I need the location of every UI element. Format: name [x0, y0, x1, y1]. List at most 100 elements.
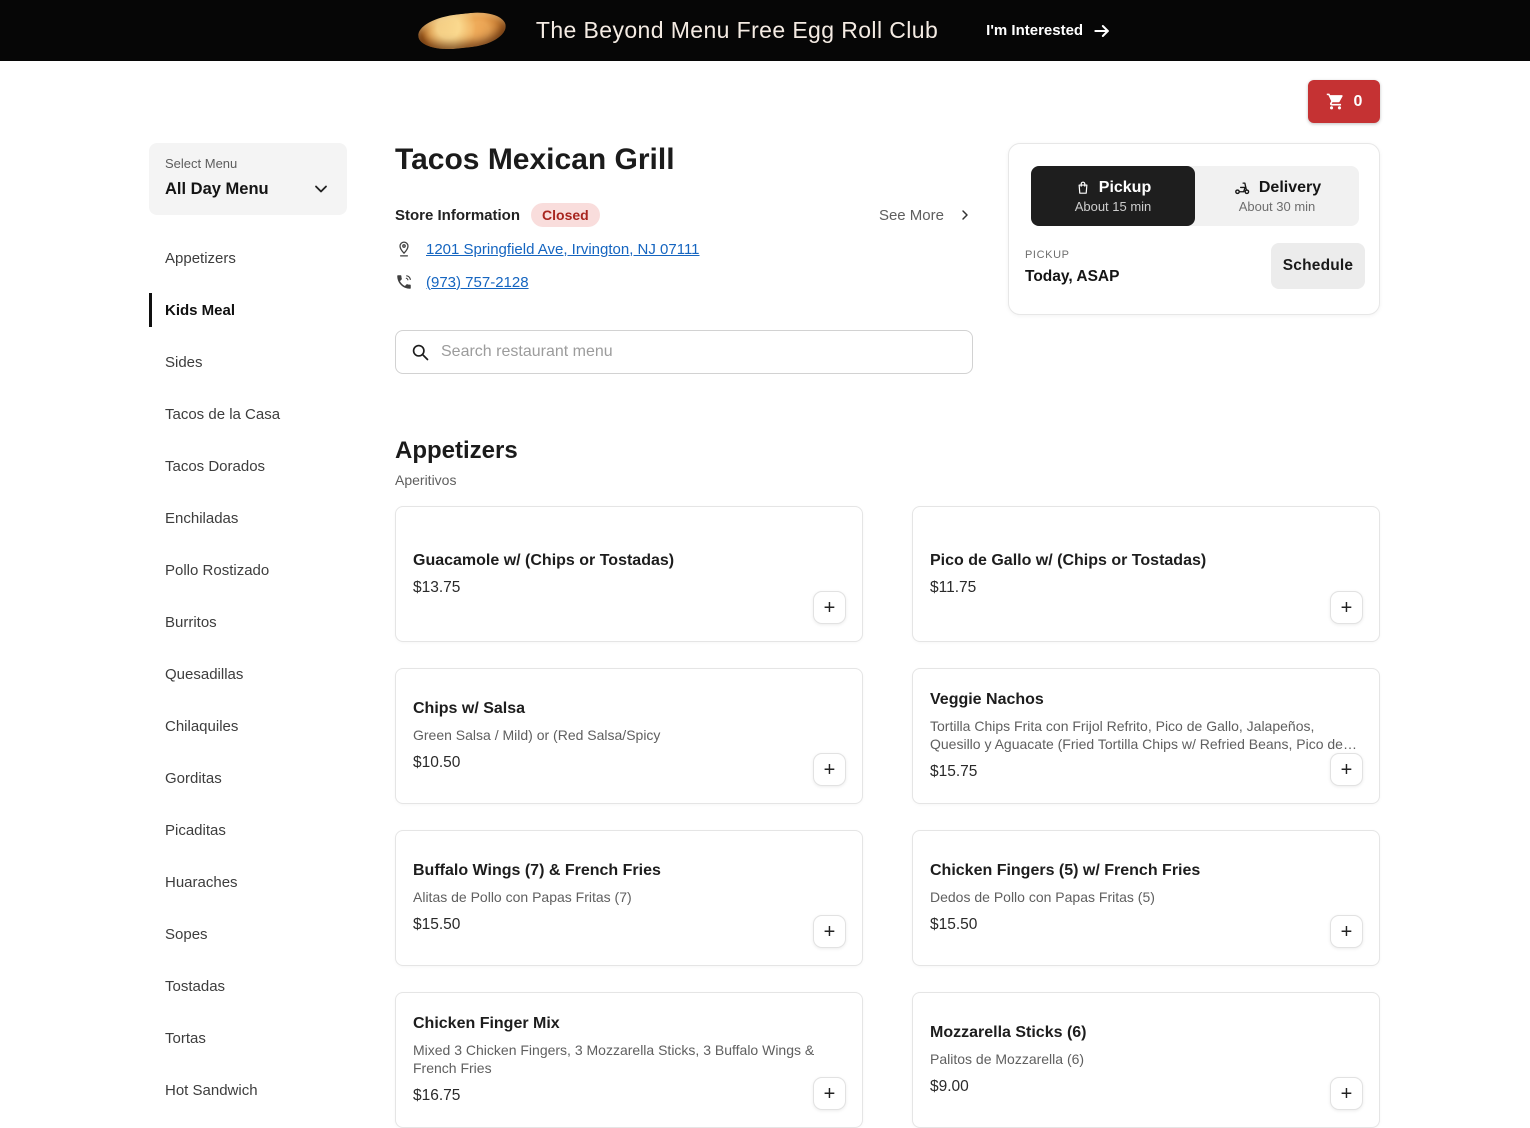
selected-menu-value: All Day Menu: [165, 179, 269, 198]
pin-icon: [395, 240, 413, 258]
sidebar-item-gorditas[interactable]: Gorditas: [149, 752, 347, 804]
mode-caption: PICKUP: [1025, 249, 1070, 261]
store-info-row: Store Information Closed See More: [395, 203, 973, 227]
bag-icon: [1075, 180, 1091, 196]
cart-count: 0: [1353, 92, 1363, 110]
item-description: Palitos de Mozzarella (6): [930, 1051, 1085, 1068]
sidebar-item-sopes[interactable]: Sopes: [149, 908, 347, 960]
sidebar-item-tortas[interactable]: Tortas: [149, 1012, 347, 1064]
delivery-label: Delivery: [1258, 178, 1322, 196]
item-description: Tortilla Chips Frita con Frijol Refrito,…: [930, 718, 1357, 752]
item-price: $13.75: [413, 578, 461, 596]
promo-banner: The Beyond Menu Free Egg Roll Club I'm I…: [0, 0, 1530, 61]
main-header: Tacos Mexican Grill Store Information Cl…: [395, 143, 973, 378]
item-name: Buffalo Wings (7) & French Fries: [413, 862, 661, 880]
promo-cta-button[interactable]: I'm Interested: [986, 21, 1112, 41]
item-name: Mozzarella Sticks (6): [930, 1024, 1087, 1042]
pickup-label: Pickup: [1098, 178, 1152, 196]
add-item-button[interactable]: +: [1330, 1077, 1363, 1110]
section-subtitle: Aperitivos: [395, 472, 457, 488]
menu-item-card[interactable]: Mozzarella Sticks (6) Palitos de Mozzarel…: [912, 992, 1380, 1128]
menu-select-dropdown[interactable]: Select Menu All Day Menu: [149, 143, 347, 215]
menu-item-card[interactable]: Buffalo Wings (7) & French Fries Alitas d…: [395, 830, 863, 966]
status-badge: Closed: [531, 203, 600, 227]
sidebar-item-tacos-dorados[interactable]: Tacos Dorados: [149, 440, 347, 492]
sidebar-item-quesadillas[interactable]: Quesadillas: [149, 648, 347, 700]
fulfillment-toggle: Pickup About 15 min Delivery About 30 mi…: [1031, 166, 1359, 226]
sidebar-item-hot-sandwich[interactable]: Hot Sandwich: [149, 1064, 347, 1116]
delivery-tab[interactable]: Delivery About 30 min: [1195, 166, 1359, 226]
sidebar-item-burritos[interactable]: Burritos: [149, 596, 347, 648]
see-more-label: See More: [878, 206, 944, 224]
cart-icon: [1326, 92, 1345, 111]
sidebar: Select Menu All Day Menu Appetizers Kids …: [149, 143, 347, 1116]
menu-select-label: Select Menu: [165, 156, 238, 171]
item-name: Veggie Nachos: [930, 691, 1044, 709]
item-name: Guacamole w/ (Chips or Tostadas): [413, 551, 675, 569]
menu-item-card[interactable]: Pico de Gallo w/ (Chips or Tostadas) $11.…: [912, 506, 1380, 642]
sidebar-item-tacos-de-la-casa[interactable]: Tacos de la Casa: [149, 388, 347, 440]
search-icon: [410, 342, 430, 362]
add-item-button[interactable]: +: [813, 915, 846, 948]
phone-row: (973) 757-2128: [395, 273, 529, 291]
phone-icon: [395, 273, 413, 291]
menu-item-card[interactable]: Veggie Nachos Tortilla Chips Frita con Fr…: [912, 668, 1380, 804]
delivery-eta: About 30 min: [1238, 198, 1316, 214]
sidebar-item-appetizers[interactable]: Appetizers: [149, 232, 347, 284]
menu-categories: Appetizers Kids Meal Sides Tacos de la Casa…: [149, 232, 347, 1116]
item-price: $16.75: [413, 1086, 461, 1104]
item-description: Mixed 3 Chicken Fingers, 3 Mozzarella St…: [413, 1042, 815, 1076]
sidebar-item-picaditas[interactable]: Picaditas: [149, 804, 347, 856]
add-item-button[interactable]: +: [813, 753, 846, 786]
search-input[interactable]: [441, 343, 958, 361]
arrow-right-icon: [1092, 21, 1112, 41]
item-price: $9.00: [930, 1077, 969, 1095]
add-item-button[interactable]: +: [813, 1077, 846, 1110]
add-item-button[interactable]: +: [1330, 753, 1363, 786]
menu-item-card[interactable]: Guacamole w/ (Chips or Tostadas) $13.75 +: [395, 506, 863, 642]
sidebar-item-kids-meal[interactable]: Kids Meal: [149, 284, 347, 336]
chevron-right-icon: [957, 207, 973, 223]
item-price: $15.75: [930, 762, 978, 780]
mode-time: Today, ASAP: [1025, 268, 1120, 285]
sidebar-item-enchiladas[interactable]: Enchiladas: [149, 492, 347, 544]
menu-items-grid: Guacamole w/ (Chips or Tostadas) $13.75 + P…: [395, 506, 1380, 1128]
egg-roll-image: [416, 8, 508, 53]
menu-section-header: Appetizers Aperitivos: [395, 437, 518, 488]
item-name: Chips w/ Salsa: [413, 700, 526, 718]
menu-item-card[interactable]: Chicken Fingers (5) w/ French Fries Dedos…: [912, 830, 1380, 966]
add-item-button[interactable]: +: [1330, 915, 1363, 948]
sidebar-item-sides[interactable]: Sides: [149, 336, 347, 388]
page-title: Tacos Mexican Grill: [395, 143, 675, 176]
item-price: $10.50: [413, 753, 461, 771]
pickup-tab[interactable]: Pickup About 15 min: [1031, 166, 1195, 226]
item-price: $15.50: [930, 915, 978, 933]
sidebar-item-huaraches[interactable]: Huaraches: [149, 856, 347, 908]
item-name: Chicken Finger Mix: [413, 1015, 560, 1033]
store-info-label: Store Information: [395, 206, 521, 224]
promo-title: The Beyond Menu Free Egg Roll Club: [535, 17, 939, 43]
menu-item-card[interactable]: Chips w/ Salsa Green Salsa / Mild) or (Re…: [395, 668, 863, 804]
chevron-down-icon: [311, 179, 331, 199]
cart-button[interactable]: 0: [1308, 80, 1380, 123]
section-title: Appetizers: [395, 437, 518, 464]
sidebar-item-pollo-rostizado[interactable]: Pollo Rostizado: [149, 544, 347, 596]
add-item-button[interactable]: +: [813, 591, 846, 624]
item-description: Alitas de Pollo con Papas Fritas (7): [413, 889, 632, 906]
sidebar-item-tostadas[interactable]: Tostadas: [149, 960, 347, 1012]
item-description: Green Salsa / Mild) or (Red Salsa/Spicy: [413, 727, 661, 744]
item-name: Chicken Fingers (5) w/ French Fries: [930, 862, 1201, 880]
order-panel: Pickup About 15 min Delivery About 30 mi…: [1008, 143, 1380, 315]
see-more-button[interactable]: See More: [879, 207, 973, 224]
item-name: Pico de Gallo w/ (Chips or Tostadas): [930, 551, 1207, 569]
sidebar-item-chilaquiles[interactable]: Chilaquiles: [149, 700, 347, 752]
menu-item-card[interactable]: Chicken Finger Mix Mixed 3 Chicken Finger…: [395, 992, 863, 1128]
pickup-eta: About 15 min: [1074, 198, 1152, 214]
schedule-button[interactable]: Schedule: [1271, 243, 1365, 289]
phone-link[interactable]: (973) 757-2128: [426, 274, 529, 291]
search-box: [395, 330, 973, 374]
add-item-button[interactable]: +: [1330, 591, 1363, 624]
promo-cta-label: I'm Interested: [986, 22, 1084, 39]
address-link[interactable]: 1201 Springfield Ave, Irvington, NJ 0711…: [426, 241, 700, 258]
item-price: $11.75: [930, 578, 977, 596]
